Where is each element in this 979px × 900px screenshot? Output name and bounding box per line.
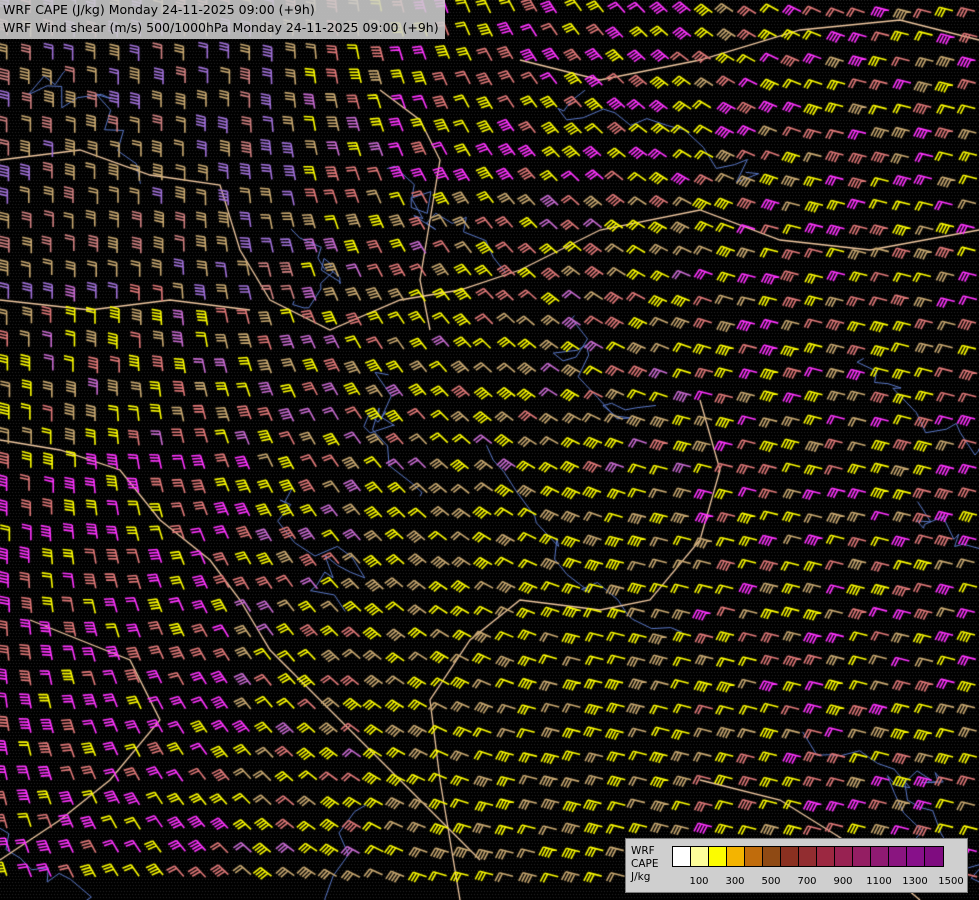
legend-swatch — [889, 847, 907, 866]
legend-tick-labels: 100 300 500 700 900 1100 1300 1500 — [672, 876, 964, 890]
legend-tick: 1100 — [866, 876, 892, 887]
legend-swatch — [799, 847, 817, 866]
legend-tick: 300 — [725, 876, 745, 887]
legend-swatch — [781, 847, 799, 866]
legend-swatch — [853, 847, 871, 866]
legend-swatch — [709, 847, 727, 866]
legend-label: WRF CAPE J/kg — [631, 845, 659, 883]
legend-tick: 1500 — [938, 876, 964, 887]
legend-tick: 1300 — [902, 876, 928, 887]
legend-swatch — [871, 847, 889, 866]
legend-swatch — [763, 847, 781, 866]
legend-swatch — [925, 847, 943, 866]
cape-legend: WRF CAPE J/kg 100 300 500 700 900 1100 1300 150… — [625, 838, 968, 893]
title-wind-shear: WRF Wind shear (m/s) 500/1000hPa Monday … — [3, 20, 439, 35]
legend-tick: 900 — [833, 876, 853, 887]
legend-swatch — [745, 847, 763, 866]
title-cape: WRF CAPE (J/kg) Monday 24-11-2025 09:00 … — [3, 2, 315, 17]
map-title: WRF CAPE (J/kg) Monday 24-11-2025 09:00 … — [0, 0, 445, 39]
legend-tick: 500 — [761, 876, 781, 887]
legend-swatch — [835, 847, 853, 866]
legend-color-scale — [672, 846, 944, 867]
legend-swatch — [691, 847, 709, 866]
legend-swatch — [907, 847, 925, 866]
weather-map — [0, 0, 979, 900]
legend-swatch — [817, 847, 835, 866]
legend-tick: 100 — [689, 876, 709, 887]
legend-tick: 700 — [797, 876, 817, 887]
legend-swatch — [727, 847, 745, 866]
legend-swatch — [673, 847, 691, 866]
